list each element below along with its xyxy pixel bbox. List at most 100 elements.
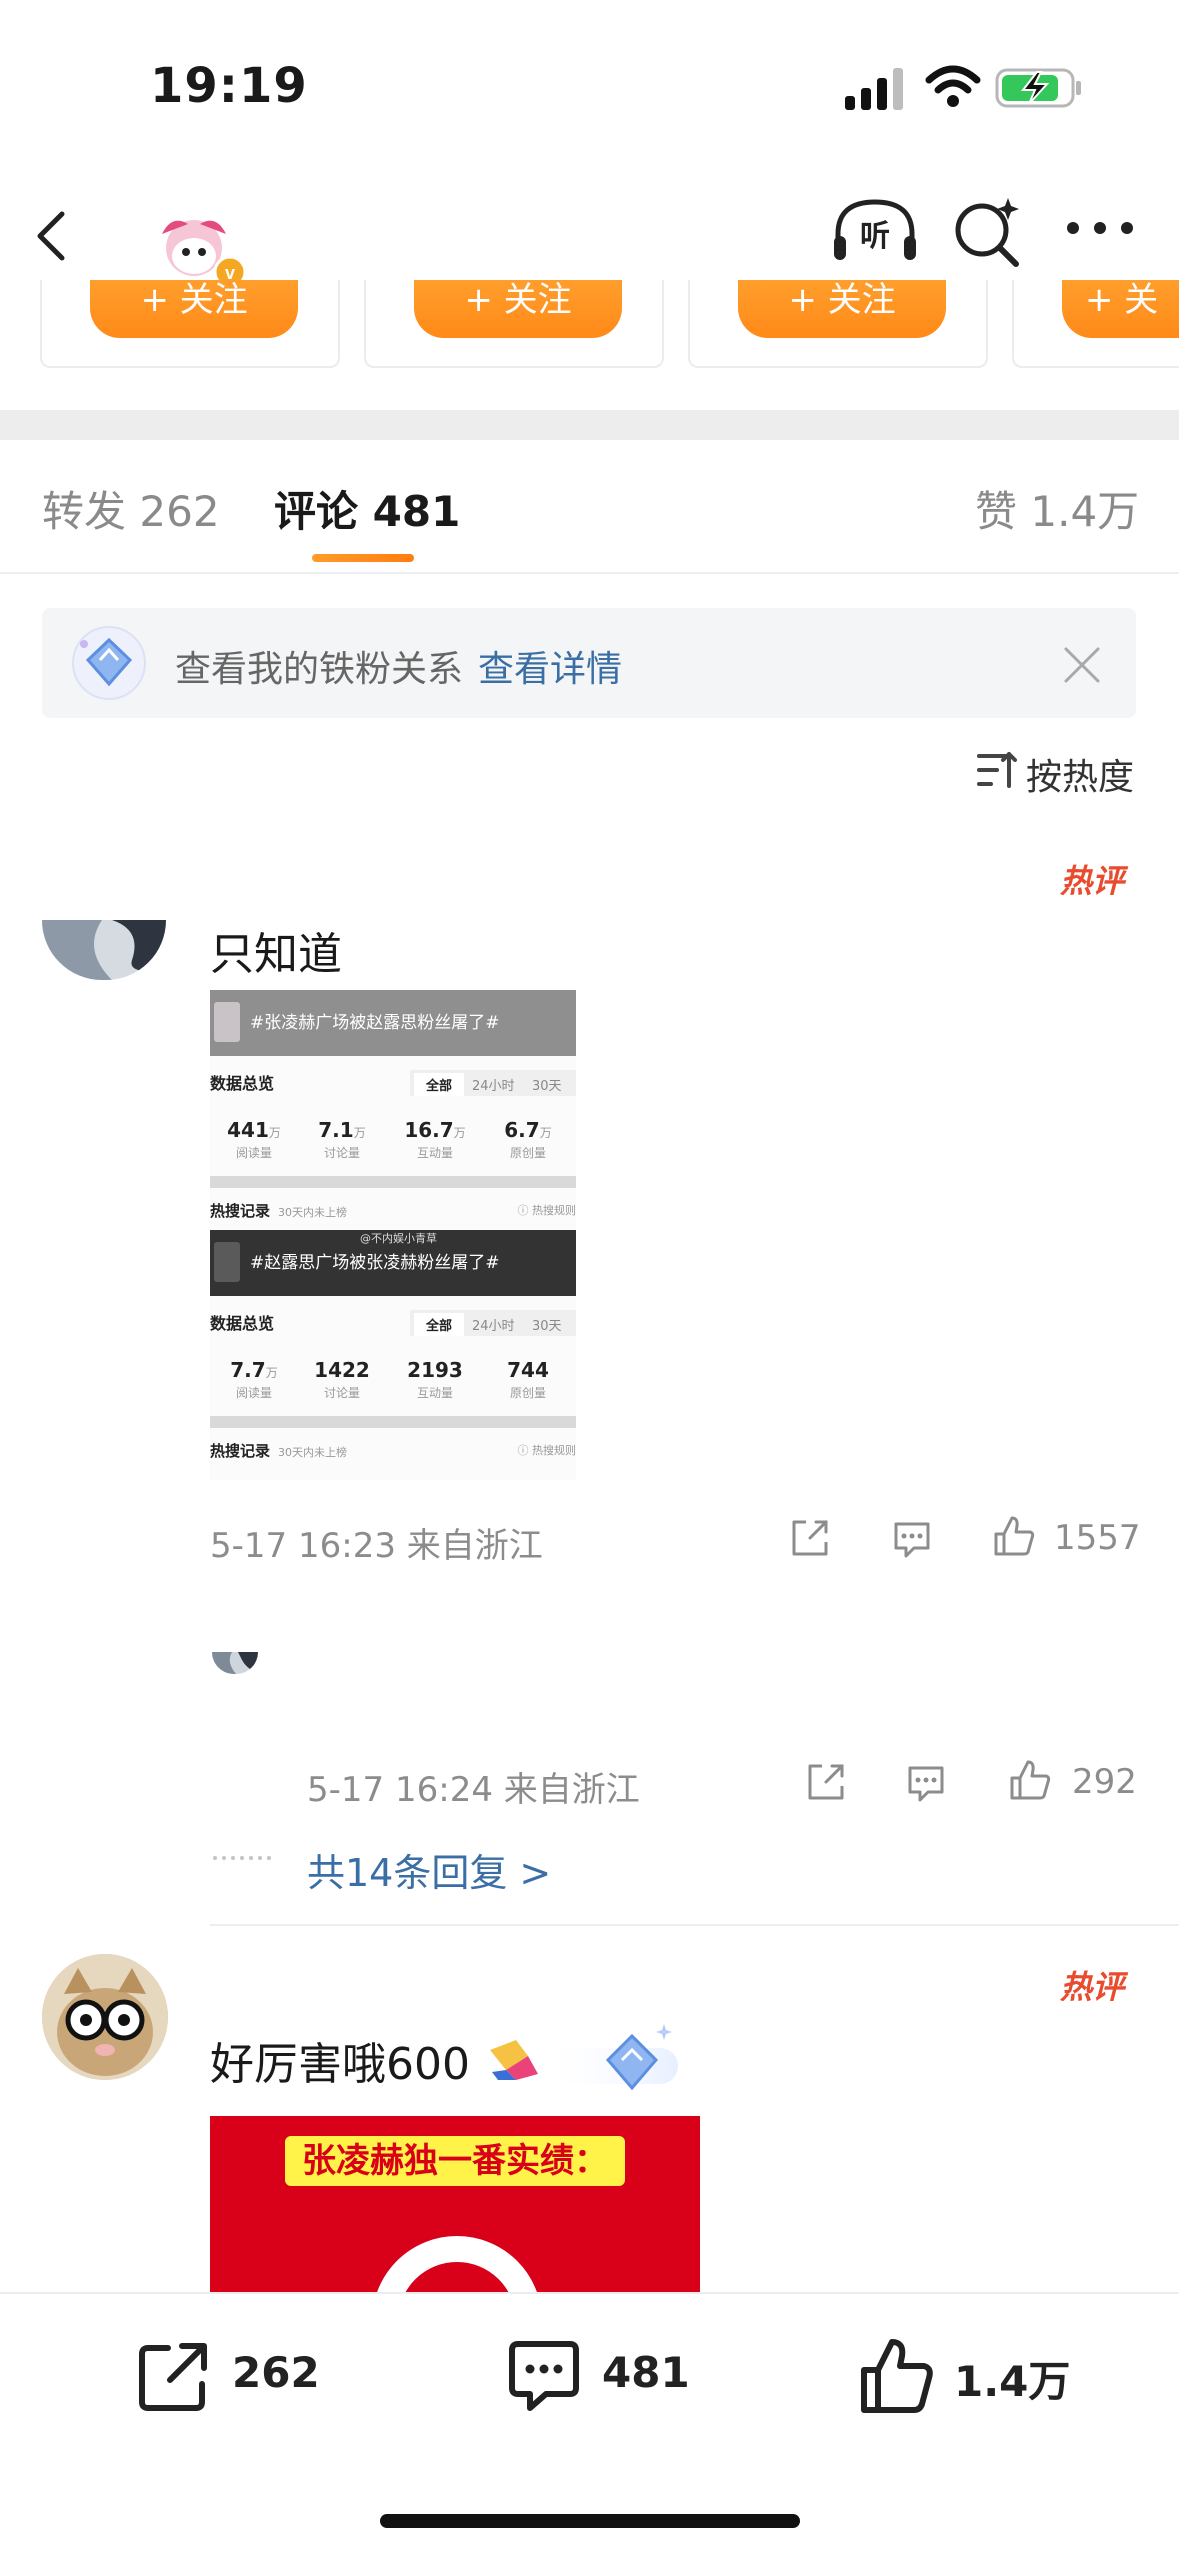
tab-comment[interactable]: 评论 481 <box>274 478 460 539</box>
stat-read: 441万 阅读量 <box>214 1118 294 1161</box>
hot-rule-label: ⓘ 热搜规则 <box>517 1444 577 1457</box>
stat-unit: 万 <box>265 1366 278 1380</box>
stat-value: 2193 <box>407 1358 463 1382</box>
search-icon[interactable] <box>950 194 1026 270</box>
hot-record-note: 30天内未上榜 <box>278 1446 348 1459</box>
avatar-image <box>212 1652 258 1674</box>
overview-row: 数据总览 全部 24小时 30天 <box>210 1070 576 1096</box>
reply-dots-icon <box>213 1856 271 1860</box>
sort-icon[interactable] <box>975 746 1019 794</box>
tab-repost[interactable]: 转发 262 <box>42 478 220 539</box>
follow-button[interactable]: + 关注 <box>414 280 622 338</box>
tab-like[interactable]: 赞 1.4万 <box>975 478 1139 539</box>
share-icon[interactable] <box>804 1760 848 1804</box>
stat-label: 原创量 <box>509 1146 546 1160</box>
image-divider <box>210 1176 576 1188</box>
section-divider <box>0 410 1179 440</box>
time-range-segment: 全部 24小时 30天 <box>410 1310 576 1336</box>
comment-image[interactable]: #张凌赫广场被赵露思粉丝屠了# 数据总览 全部 24小时 30天 441万 阅读… <box>210 990 576 1480</box>
close-icon[interactable] <box>1060 643 1104 687</box>
tab-comment-label: 评论 <box>274 487 359 536</box>
stat-discuss: 1422 讨论量 <box>302 1358 382 1401</box>
like-icon[interactable] <box>856 2336 936 2416</box>
poster-ring-graphic <box>372 2236 542 2296</box>
hot-record-label: 热搜记录 <box>210 1202 271 1220</box>
view-replies-link[interactable]: 共14条回复 > <box>307 1842 551 1897</box>
more-icon[interactable] <box>1065 218 1135 238</box>
recommend-card[interactable]: + 关注 <box>40 280 340 368</box>
banner-detail-link[interactable]: 查看详情 <box>478 640 622 692</box>
tab-repost-label: 转发 <box>42 487 127 536</box>
back-arrow-icon[interactable] <box>32 208 72 264</box>
listen-label: 听 <box>860 219 890 254</box>
status-time: 19:19 <box>150 58 308 114</box>
stat-value: 6.7 <box>504 1118 540 1142</box>
stat-label: 讨论量 <box>323 1146 360 1160</box>
comment-icon[interactable] <box>504 2336 584 2416</box>
stat-unit: 万 <box>268 1126 281 1140</box>
listen-headphones-icon[interactable]: 听 <box>830 196 920 266</box>
active-tab-indicator <box>312 554 414 562</box>
hot-search-record: 热搜记录 30天内未上榜 ⓘ 热搜规则 <box>210 1440 576 1461</box>
follow-button[interactable]: + 关注 <box>738 280 946 338</box>
avatar[interactable] <box>42 1954 168 2080</box>
gift-emoji-icon <box>490 2040 538 2080</box>
seg-30d: 30天 <box>532 1319 562 1334</box>
avatar-image <box>42 920 166 980</box>
banner-text: 查看我的铁粉关系 <box>175 649 464 690</box>
topic-thumbnail <box>214 1002 240 1042</box>
stat-value: 7.1 <box>318 1118 354 1142</box>
recommend-card[interactable]: + 关 <box>1012 280 1179 368</box>
stat-read: 7.7万 阅读量 <box>214 1358 294 1401</box>
like-icon[interactable] <box>1008 1758 1052 1802</box>
topic-title: #张凌赫广场被赵露思粉丝屠了# <box>250 1013 500 1033</box>
overview-label: 数据总览 <box>210 1314 275 1333</box>
comment-count: 481 <box>602 2348 690 2397</box>
home-indicator <box>380 2514 800 2528</box>
seg-all: 全部 <box>414 1073 465 1096</box>
stat-unit: 万 <box>539 1126 552 1140</box>
repost-icon[interactable] <box>134 2336 214 2416</box>
stat-unit: 万 <box>453 1126 466 1140</box>
stat-discuss: 7.1万 讨论量 <box>302 1118 382 1161</box>
like-count: 1.4万 <box>954 2357 1071 2406</box>
comment-divider <box>210 1924 1179 1926</box>
like-icon[interactable] <box>992 1514 1036 1558</box>
tab-like-label: 赞 <box>975 487 1018 536</box>
overview-label: 数据总览 <box>210 1074 275 1093</box>
stat-label: 讨论量 <box>323 1386 360 1400</box>
hot-search-record: 热搜记录 30天内未上榜 ⓘ 热搜规则 <box>210 1200 576 1221</box>
tab-divider <box>0 572 1179 574</box>
stat-interact: 16.7万 互动量 <box>395 1118 475 1161</box>
cellular-signal-icon <box>845 68 903 110</box>
stat-original: 6.7万 原创量 <box>488 1118 568 1161</box>
reply-icon[interactable] <box>904 1762 948 1806</box>
avatar-image <box>42 1954 168 2080</box>
seg-30d: 30天 <box>532 1079 562 1094</box>
share-icon[interactable] <box>788 1516 832 1560</box>
comment-image[interactable]: 张凌赫独一番实绩： <box>210 2116 700 2296</box>
recommend-card[interactable]: + 关注 <box>364 280 664 368</box>
avatar[interactable] <box>212 1652 258 1674</box>
like-count: 1557 <box>1054 1518 1141 1558</box>
tab-like-count: 1.4万 <box>1030 487 1140 536</box>
stat-value: 16.7 <box>404 1118 454 1142</box>
time-range-segment: 全部 24小时 30天 <box>410 1070 576 1096</box>
seg-all: 全部 <box>414 1313 465 1336</box>
avatar[interactable] <box>42 920 166 980</box>
iron-fan-diamond-icon <box>542 2024 678 2091</box>
topic-title: #赵露思广场被张凌赫粉丝屠了# <box>250 1253 500 1273</box>
stat-unit: 万 <box>353 1126 366 1140</box>
follow-button[interactable]: + 关注 <box>90 280 298 338</box>
follow-button[interactable]: + 关 <box>1062 280 1179 338</box>
hot-record-label: 热搜记录 <box>210 1442 271 1460</box>
hot-rule-label: ⓘ 热搜规则 <box>517 1204 577 1217</box>
battery-charging-icon <box>995 68 1081 108</box>
stat-label: 互动量 <box>416 1386 453 1400</box>
comment-meta: 5-17 16:23 来自浙江 <box>210 1526 543 1566</box>
overview-row: 数据总览 全部 24小时 30天 <box>210 1310 576 1336</box>
reply-icon[interactable] <box>890 1518 934 1562</box>
recommend-card[interactable]: + 关注 <box>688 280 988 368</box>
sort-by-hot[interactable]: 按热度 <box>1026 748 1134 800</box>
topic-thumbnail <box>214 1242 240 1282</box>
